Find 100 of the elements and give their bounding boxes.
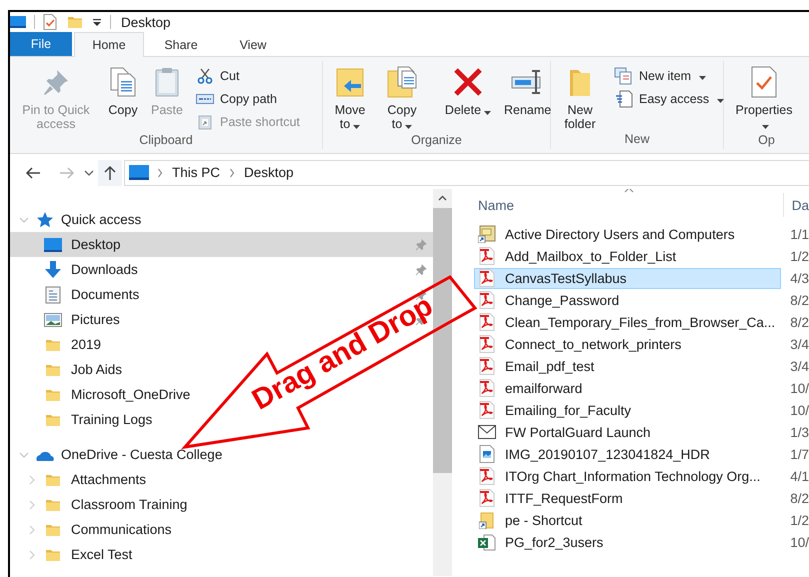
file-item[interactable]: Emailing_for_Faculty — [474, 400, 782, 420]
file-menu-tab[interactable]: File — [10, 32, 72, 56]
file-item[interactable]: ITOrg Chart_Information Technology Org... — [474, 466, 782, 486]
file-item[interactable]: Change_Password — [474, 290, 782, 310]
ribbon-button[interactable]: Copy — [104, 61, 142, 117]
pdf-file-icon — [479, 313, 495, 331]
ribbon-button[interactable]: Cut — [192, 65, 303, 86]
nav-item[interactable]: Desktop — [24, 232, 125, 257]
ribbon-button[interactable]: Rename — [501, 61, 554, 117]
customize-toolbar-button[interactable] — [92, 17, 102, 27]
ribbon-tab[interactable]: View — [218, 32, 288, 56]
file-name: IMG_20190107_123041824_HDR — [505, 446, 710, 462]
group-label: Clipboard — [138, 132, 194, 149]
nav-item[interactable]: Classroom Training — [24, 492, 192, 517]
file-item[interactable]: FW PortalGuard Launch — [474, 422, 782, 442]
file-name: Emailing_for_Faculty — [505, 402, 632, 418]
address-bar[interactable]: This PC Desktop — [124, 160, 809, 186]
nav-item[interactable]: Attachments — [24, 467, 150, 492]
up-arrow-icon — [103, 164, 117, 180]
file-date: 4/1 — [789, 468, 809, 484]
ribbon-tab[interactable]: Home — [74, 32, 144, 57]
file-item[interactable]: Clean_Temporary_Files_from_Browser_Ca... — [474, 312, 782, 332]
file-date: 1/7 — [789, 446, 809, 462]
nav-item[interactable]: Documents — [24, 282, 144, 307]
chevron-right-icon — [157, 168, 163, 178]
delete-icon — [452, 66, 484, 98]
file-item[interactable]: pe - Shortcut — [474, 510, 782, 530]
back-arrow-icon — [25, 166, 41, 180]
chevron-down-icon — [84, 170, 94, 176]
column-header[interactable]: Da — [784, 193, 809, 217]
caret-icon — [405, 124, 412, 129]
caret-icon — [717, 98, 724, 102]
file-name: FW PortalGuard Launch — [505, 424, 651, 440]
file-date: 10/ — [789, 380, 809, 396]
ribbon-button[interactable]: Move to — [327, 61, 373, 132]
new-item-icon — [614, 66, 634, 84]
caret-icon — [353, 124, 360, 129]
file-item[interactable]: Connect_to_network_printers — [474, 334, 782, 354]
file-name: Clean_Temporary_Files_from_Browser_Ca... — [505, 314, 776, 330]
nav-item[interactable]: Downloads — [24, 257, 142, 282]
file-name: Email_pdf_test — [505, 358, 594, 374]
file-date: 1/2 — [789, 512, 809, 528]
star-icon — [36, 210, 54, 228]
nav-section[interactable]: Quick access — [16, 207, 146, 232]
pdf-file-icon — [479, 357, 495, 375]
nav-item[interactable]: 2019 — [24, 332, 106, 357]
up-button[interactable] — [98, 160, 122, 186]
desktop-icon — [44, 238, 62, 252]
ribbon-button[interactable]: Easy access — [611, 88, 728, 109]
nav-item[interactable]: Pictures — [24, 307, 124, 332]
pdf-file-icon — [479, 269, 495, 287]
group-label: Op — [757, 132, 776, 149]
pdf-file-icon — [479, 335, 495, 353]
copy-path-icon — [196, 92, 214, 104]
nav-item[interactable]: Excel Test — [24, 542, 136, 567]
ribbon-button[interactable]: Copy to — [379, 61, 425, 132]
file-item[interactable]: CanvasTestSyllabus — [474, 268, 782, 288]
file-item[interactable]: Active Directory Users and Computers — [474, 224, 782, 244]
scrollbar[interactable] — [433, 189, 452, 576]
file-item[interactable]: PG_for2_3users — [474, 532, 782, 552]
nav-item[interactable]: Training Logs — [24, 407, 156, 432]
group-label: Organize — [410, 132, 463, 149]
envelope-icon — [478, 425, 496, 439]
file-name: Active Directory Users and Computers — [505, 226, 735, 242]
file-item[interactable]: Email_pdf_test — [474, 356, 782, 376]
nav-item[interactable]: Job Aids — [24, 357, 126, 382]
pdf-file-icon — [479, 467, 495, 485]
ribbon-tab[interactable]: Share — [146, 32, 216, 56]
nav-section[interactable]: OneDrive - Cuesta College — [16, 442, 226, 467]
nav-item[interactable]: Communications — [24, 517, 176, 542]
file-item[interactable]: IMG_20190107_123041824_HDR — [474, 444, 782, 464]
file-item[interactable]: Add_Mailbox_to_Folder_List — [474, 246, 782, 266]
ribbon-button[interactable]: Delete — [441, 61, 495, 118]
file-date: 1/1 — [789, 226, 809, 242]
column-header[interactable]: Name — [474, 193, 784, 217]
folder-icon — [67, 14, 83, 30]
file-date: 10/ — [789, 534, 809, 550]
file-item[interactable]: ITTF_RequestForm — [474, 488, 782, 508]
group-label: New — [623, 131, 650, 148]
folder-copy-icon — [386, 66, 418, 98]
picture-icon — [44, 312, 62, 326]
breadcrumb[interactable]: This PC — [171, 165, 222, 180]
spreadsheet-icon — [478, 533, 496, 551]
document-icon — [45, 286, 61, 304]
pdf-file-icon — [479, 401, 495, 419]
file-date: 8/2 — [789, 314, 809, 330]
scissors-icon — [197, 68, 213, 84]
file-name: ITTF_RequestForm — [505, 490, 623, 506]
nav-item[interactable]: Microsoft_OneDrive — [24, 382, 194, 407]
file-item[interactable]: emailforward — [474, 378, 782, 398]
scrollbar-thumb[interactable] — [433, 208, 452, 473]
ribbon-button[interactable]: Properties — [728, 61, 800, 132]
caret-icon — [484, 110, 492, 115]
ribbon-button[interactable]: New item — [611, 65, 728, 86]
file-name: Add_Mailbox_to_Folder_List — [505, 248, 676, 264]
file-name: emailforward — [505, 380, 582, 396]
ribbon-button[interactable]: Copy path — [192, 88, 303, 109]
breadcrumb[interactable]: Desktop — [243, 165, 295, 180]
file-date: 10/ — [789, 402, 809, 418]
ribbon-button[interactable]: New folder — [555, 61, 605, 131]
